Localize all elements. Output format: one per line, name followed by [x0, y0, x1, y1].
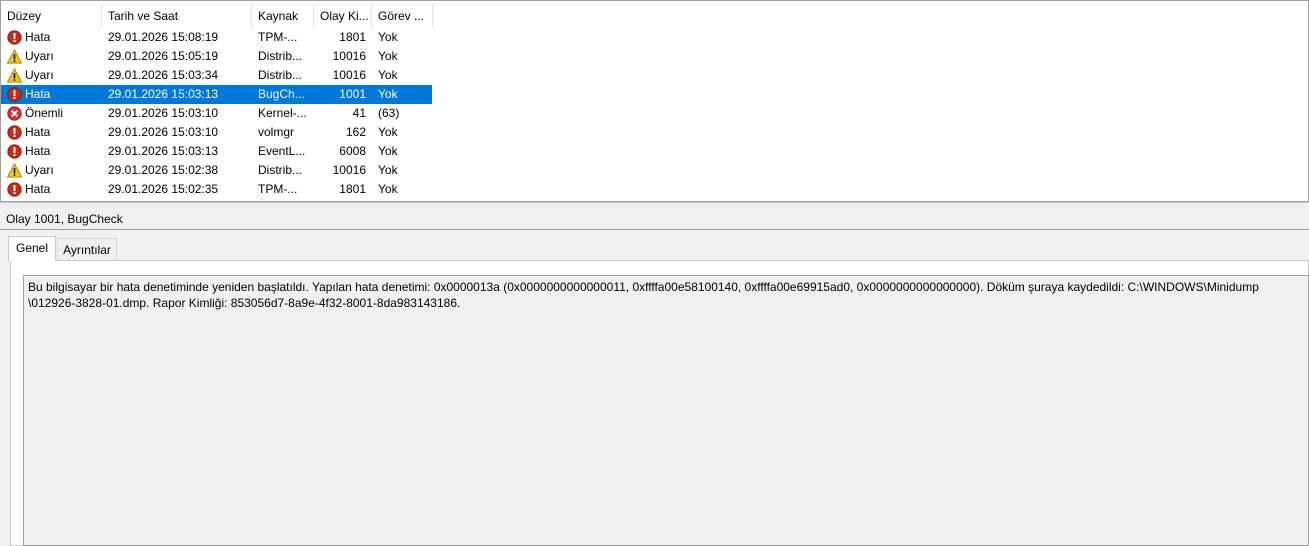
- level-label: Uyarı: [25, 68, 54, 82]
- level-label: Önemli: [25, 106, 64, 120]
- date-cell: 29.01.2026 15:02:38: [108, 163, 219, 177]
- date-cell: 29.01.2026 15:03:34: [108, 68, 219, 82]
- event-id-cell: 162: [345, 125, 366, 139]
- error-icon: [7, 144, 22, 159]
- error-icon: [7, 87, 22, 102]
- description-line-2: \012926-3828-01.dmp. Rapor Kimliği: 8530…: [28, 296, 461, 310]
- column-header-level[interactable]: Düzey: [1, 4, 102, 28]
- table-row[interactable]: Hata 29.01.2026 15:03:13 EventL... 6008 Yok: [1, 142, 432, 161]
- event-id-cell: 1801: [339, 182, 366, 196]
- tab-details[interactable]: Ayrıntılar: [57, 238, 117, 260]
- date-cell: 29.01.2026 15:05:19: [108, 49, 219, 63]
- source-cell: Kernel-...: [258, 106, 307, 120]
- column-header-source[interactable]: Kaynak: [252, 4, 314, 28]
- description-line-1: Bu bilgisayar bir hata denetiminde yenid…: [28, 280, 1259, 294]
- error-icon: [7, 125, 22, 140]
- warning-icon: [6, 68, 23, 83]
- source-cell: Distrib...: [258, 68, 303, 82]
- error-icon: [7, 182, 22, 197]
- event-id-cell: 10016: [332, 163, 366, 177]
- task-cell: (63): [378, 106, 400, 120]
- level-label: Hata: [25, 125, 51, 139]
- task-cell: Yok: [378, 68, 398, 82]
- warning-icon: [6, 163, 23, 178]
- event-id-cell: 10016: [332, 68, 366, 82]
- date-cell: 29.01.2026 15:02:35: [108, 182, 219, 196]
- level-label: Uyarı: [25, 163, 54, 177]
- source-cell: TPM-...: [258, 182, 298, 196]
- event-id-cell: 1801: [339, 30, 366, 44]
- column-header-row: Düzey Tarih ve Saat Kaynak Olay Ki... Gö…: [1, 4, 433, 28]
- pane-splitter[interactable]: [0, 202, 1309, 207]
- date-cell: 29.01.2026 15:03:10: [108, 106, 219, 120]
- task-cell: Yok: [378, 144, 398, 158]
- level-label: Uyarı: [25, 49, 54, 63]
- table-row[interactable]: Hata 29.01.2026 15:03:10 volmgr 162 Yok: [1, 123, 432, 142]
- level-label: Hata: [25, 87, 51, 101]
- task-cell: Yok: [378, 49, 398, 63]
- date-cell: 29.01.2026 15:03:13: [108, 87, 219, 101]
- table-row[interactable]: Hata 29.01.2026 15:08:19 TPM-... 1801 Yok: [1, 28, 432, 47]
- column-header-date[interactable]: Tarih ve Saat: [102, 4, 252, 28]
- column-header-event-id[interactable]: Olay Ki...: [314, 4, 372, 28]
- level-cell: Hata: [5, 28, 99, 47]
- column-header-task[interactable]: Görev ...: [372, 4, 433, 28]
- table-row[interactable]: Uyarı 29.01.2026 15:02:38 Distrib... 10016 Y…: [1, 161, 432, 180]
- date-cell: 29.01.2026 15:03:13: [108, 144, 219, 158]
- level-cell: Hata: [5, 142, 99, 161]
- error-icon: [7, 30, 22, 45]
- level-label: Hata: [25, 144, 51, 158]
- date-cell: 29.01.2026 15:03:10: [108, 125, 219, 139]
- event-id-cell: 10016: [332, 49, 366, 63]
- source-cell: BugCh...: [258, 87, 305, 101]
- source-cell: Distrib...: [258, 163, 303, 177]
- table-row[interactable]: Hata 29.01.2026 15:02:35 TPM-... 1801 Yok: [1, 180, 432, 199]
- event-detail-title: Olay 1001, BugCheck: [6, 212, 123, 226]
- source-cell: volmgr: [258, 125, 295, 139]
- task-cell: Yok: [378, 163, 398, 177]
- divider: [0, 229, 1309, 230]
- level-cell: Uyarı: [5, 66, 99, 85]
- event-list[interactable]: Düzey Tarih ve Saat Kaynak Olay Ki... Gö…: [0, 0, 1309, 202]
- task-cell: Yok: [378, 87, 398, 101]
- source-cell: Distrib...: [258, 49, 303, 63]
- task-cell: Yok: [378, 125, 398, 139]
- source-cell: EventL...: [258, 144, 306, 158]
- event-description[interactable]: Bu bilgisayar bir hata denetiminde yenid…: [23, 275, 1309, 546]
- task-cell: Yok: [378, 182, 398, 196]
- event-id-cell: 41: [352, 106, 366, 120]
- critical-icon: [7, 106, 22, 121]
- level-cell: Uyarı: [5, 47, 99, 66]
- table-row[interactable]: Hata 29.01.2026 15:03:13 BugCh... 1001 Yok: [1, 85, 432, 104]
- tab-general[interactable]: Genel: [8, 236, 56, 261]
- event-id-cell: 1001: [339, 87, 366, 101]
- level-cell: Uyarı: [5, 161, 99, 180]
- source-cell: TPM-...: [258, 30, 298, 44]
- level-label: Hata: [25, 30, 51, 44]
- warning-icon: [6, 49, 23, 64]
- table-row[interactable]: Uyarı 29.01.2026 15:03:34 Distrib... 10016 Y…: [1, 66, 432, 85]
- level-cell: Hata: [5, 85, 99, 104]
- level-cell: Hata: [5, 180, 99, 199]
- level-cell: Önemli: [5, 104, 99, 123]
- event-id-cell: 6008: [339, 144, 366, 158]
- level-label: Hata: [25, 182, 51, 196]
- table-row[interactable]: Önemli 29.01.2026 15:03:10 Kernel-... 41 (63…: [1, 104, 432, 123]
- table-row[interactable]: Uyarı 29.01.2026 15:05:19 Distrib... 10016 Y…: [1, 47, 432, 66]
- date-cell: 29.01.2026 15:08:19: [108, 30, 219, 44]
- task-cell: Yok: [378, 30, 398, 44]
- level-cell: Hata: [5, 123, 99, 142]
